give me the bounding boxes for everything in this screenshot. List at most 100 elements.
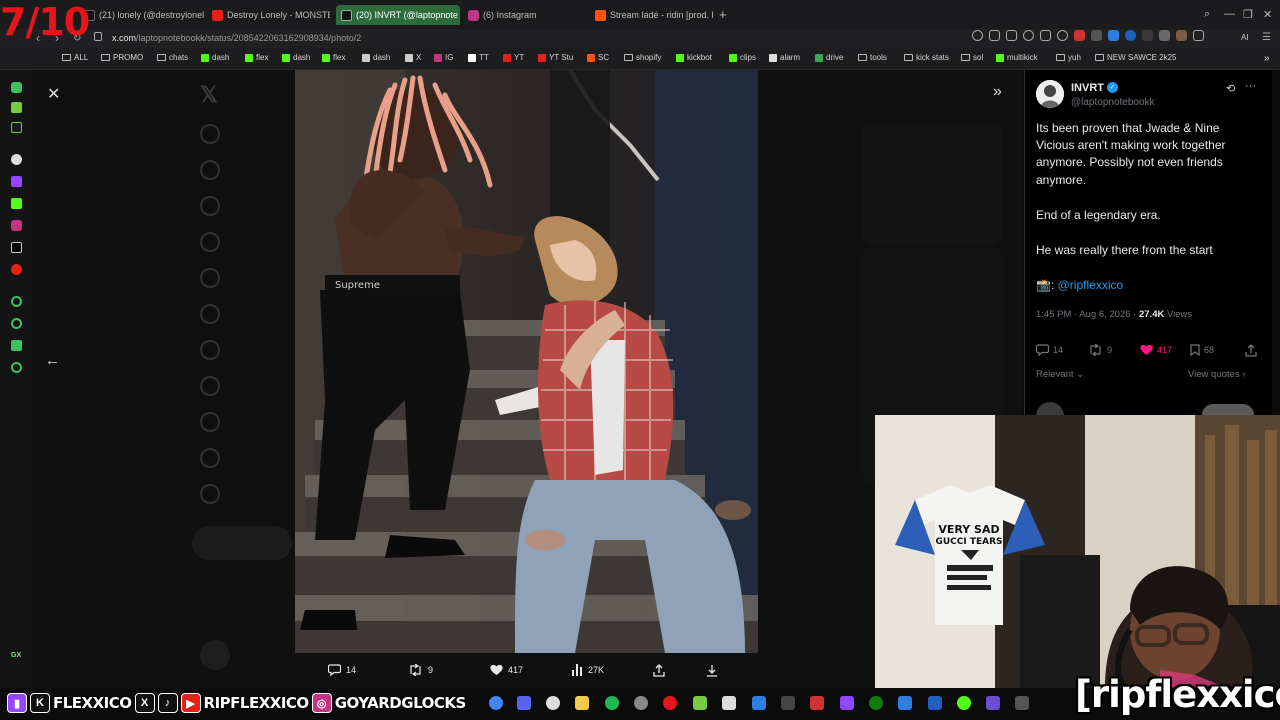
bookmark-yt[interactable]: YT [503, 53, 524, 62]
grid-taskbar-icon[interactable] [752, 696, 766, 710]
sidebar-twitch-icon[interactable] [11, 176, 22, 187]
reply-sort-dropdown[interactable]: Relevant ⌄ [1036, 369, 1084, 380]
sidebar-m-icon[interactable] [11, 122, 22, 133]
author-name[interactable]: INVRT [1071, 82, 1104, 94]
url-field[interactable]: x.com/laptopnotebookk/status/20854220631… [112, 33, 361, 43]
previous-photo-icon[interactable]: ← [45, 352, 60, 369]
extension-icon[interactable] [1159, 30, 1170, 41]
sidebar-player-icon[interactable] [11, 296, 22, 307]
tab-instagram[interactable]: (6) Instagram [468, 6, 588, 24]
sidebar-instagram-icon[interactable] [11, 220, 22, 231]
app-taskbar-icon[interactable] [986, 696, 1000, 710]
sidebar-extension-icon[interactable] [11, 102, 22, 113]
bookmark-button[interactable]: 68 [1190, 344, 1214, 356]
puzzle-icon[interactable] [1142, 30, 1153, 41]
bookmark-flex[interactable]: flex [322, 53, 345, 62]
bookmarks-overflow-icon[interactable]: » [1264, 53, 1270, 64]
view-quotes-link[interactable]: View quotes › [1188, 369, 1245, 380]
bookmark-alarm[interactable]: alarm [769, 53, 800, 62]
notepad-taskbar-icon[interactable] [898, 696, 912, 710]
heart-icon[interactable] [1057, 30, 1068, 41]
android-taskbar-icon[interactable] [693, 696, 707, 710]
tab-destroy-lonely[interactable]: Destroy Lonely - MONSTE [212, 6, 330, 24]
snapshot-icon[interactable] [1006, 30, 1017, 41]
app-taskbar-icon[interactable] [840, 696, 854, 710]
repost-button[interactable]: 9 [1088, 344, 1112, 356]
bookmark-clips[interactable]: clips [729, 53, 756, 62]
bookmark-multikick[interactable]: multikick [996, 53, 1038, 62]
bookmark-dash[interactable]: dash [201, 53, 229, 62]
tweet-photo[interactable]: Supreme [295, 70, 758, 653]
sidebar-settings-icon[interactable] [11, 362, 22, 373]
sidebar-history-icon[interactable] [11, 318, 22, 329]
discord-taskbar-icon[interactable] [517, 696, 531, 710]
collapse-panel-icon[interactable]: » [993, 83, 1002, 101]
bookmark-flex[interactable]: flex [245, 53, 268, 62]
share-button[interactable] [1245, 344, 1257, 357]
bookmark-kickbot[interactable]: kickbot [676, 53, 712, 62]
file-explorer-taskbar-icon[interactable] [575, 696, 589, 710]
extension-icon[interactable] [1108, 30, 1119, 41]
close-media-icon[interactable]: ✕ [47, 84, 60, 104]
ai-button[interactable]: AI [1241, 33, 1249, 42]
extension-badge-icon[interactable] [1074, 30, 1085, 41]
grok-icon[interactable]: ⟲ [1226, 82, 1235, 95]
bookmark-yt-stu[interactable]: YT Stu [538, 53, 573, 62]
download-icon[interactable] [1193, 30, 1204, 41]
sidebar-chatgpt-icon[interactable] [11, 154, 22, 165]
reply-button[interactable]: 14 [1036, 344, 1063, 356]
close-window-icon[interactable]: ✕ [1263, 8, 1272, 21]
menu-icon[interactable]: ☰ [1262, 32, 1271, 43]
media-like-button[interactable]: 417 [490, 664, 523, 676]
bookmark-sol[interactable]: sol [961, 53, 983, 62]
bookmark-kick-stats[interactable]: kick stats [904, 53, 949, 62]
spotify-taskbar-icon[interactable] [605, 696, 619, 710]
bookmark-tools[interactable]: tools [858, 53, 887, 62]
author-handle[interactable]: @laptopnotebookk [1071, 97, 1155, 108]
block-icon[interactable] [1023, 30, 1034, 41]
chatgpt-taskbar-icon[interactable] [546, 696, 560, 710]
search-tabs-icon[interactable]: ⌕ [1204, 8, 1210, 21]
obs-taskbar-icon[interactable] [634, 696, 648, 710]
media-reply-button[interactable]: 14 [328, 664, 356, 676]
bookmark-all[interactable]: ALL [62, 53, 88, 62]
bookmark-yuh[interactable]: yuh [1056, 53, 1081, 62]
bookmark-tt[interactable]: TT [468, 53, 489, 62]
share-icon[interactable] [1040, 30, 1051, 41]
sidebar-extensions-icon[interactable] [11, 340, 22, 351]
new-tab-button[interactable]: + [719, 7, 727, 22]
app-taskbar-icon[interactable] [722, 696, 736, 710]
bookmark-ig[interactable]: IG [434, 53, 453, 62]
opera-taskbar-icon[interactable] [663, 696, 677, 710]
sidebar-record-icon[interactable] [11, 264, 22, 275]
tab-invrt[interactable]: (20) INVRT (@laptopnote [336, 5, 460, 25]
credit-mention-link[interactable]: @ripflexxico [1058, 278, 1124, 292]
app-taskbar-icon[interactable] [810, 696, 824, 710]
zoom-icon[interactable] [972, 30, 983, 41]
sidebar-x-icon[interactable] [11, 242, 22, 253]
bookmark-dash[interactable]: dash [282, 53, 310, 62]
media-share-button[interactable] [653, 664, 665, 677]
tab-soundcloud[interactable]: Stream ladé - ridin [prod. h [595, 6, 713, 24]
bookmark-dash[interactable]: dash [362, 53, 390, 62]
app-taskbar-icon[interactable] [1015, 696, 1029, 710]
extension-icon[interactable] [1125, 30, 1136, 41]
app-taskbar-icon[interactable] [928, 696, 942, 710]
maximize-icon[interactable]: ❐ [1243, 8, 1253, 21]
like-button[interactable]: 417 [1140, 344, 1172, 356]
tweet-timestamp[interactable]: 1:45 PM · Aug 6, 2026 · [1036, 309, 1136, 320]
profile-icon[interactable] [1176, 30, 1187, 41]
app-taskbar-icon[interactable] [957, 696, 971, 710]
bookmark-sc[interactable]: SC [587, 53, 609, 62]
media-download-button[interactable] [706, 664, 718, 677]
app-taskbar-icon[interactable] [781, 696, 795, 710]
chrome-taskbar-icon[interactable] [489, 696, 503, 710]
tab-lonely[interactable]: (21) lonely (@destroylonely [84, 6, 204, 24]
sidebar-percent-icon[interactable] [11, 198, 22, 209]
minimize-icon[interactable]: — [1224, 8, 1235, 20]
author-avatar[interactable] [1036, 80, 1064, 108]
sidebar-aria-icon[interactable] [11, 82, 22, 93]
bookmark-promo[interactable]: PROMO [101, 53, 143, 62]
bookmark-shopify[interactable]: shopify [624, 53, 661, 62]
bookmark-new-sawce-2k25[interactable]: NEW SAWCE 2k25 [1095, 53, 1177, 62]
